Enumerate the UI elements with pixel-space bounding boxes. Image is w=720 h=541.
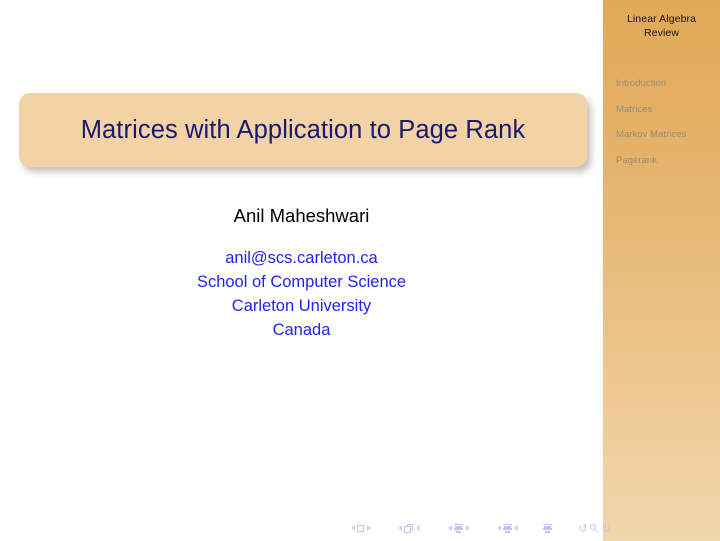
stack-section-icon[interactable] — [503, 523, 512, 533]
stack-subsection-icon[interactable] — [454, 523, 463, 533]
next-slide-arrow-icon[interactable] — [416, 525, 421, 531]
section-navigation-group[interactable] — [494, 523, 521, 533]
sidebar-item-pagerank[interactable]: Pagerank — [616, 155, 720, 166]
sidebar-header-title: Linear Algebra Review — [603, 12, 720, 40]
sidebar-header-line2: Review — [643, 27, 680, 39]
stack-line — [503, 523, 512, 526]
document-navigation-group[interactable] — [543, 523, 552, 533]
search-icon[interactable] — [590, 523, 599, 533]
stack-line — [544, 525, 551, 528]
sidebar-item-markov-matrices[interactable]: Markov Matrices — [616, 129, 720, 140]
stack-line — [544, 530, 551, 533]
stack-line — [503, 528, 512, 531]
sidebar-item-matrices[interactable]: Matrices — [616, 104, 720, 115]
sidebar-section-list: Introduction Matrices Markov Matrices Pa… — [616, 78, 720, 180]
cube-front-face-icon — [404, 526, 411, 533]
presentation-slide: Linear Algebra Review Introduction Matri… — [0, 0, 720, 541]
square-frame-icon[interactable] — [357, 524, 364, 532]
author-email[interactable]: anil@scs.carleton.ca — [0, 246, 603, 270]
author-country: Canada — [272, 321, 331, 339]
slide-navigation-group[interactable] — [395, 523, 423, 533]
document-stack-icon[interactable] — [543, 523, 552, 533]
slide-navigation-bar[interactable]: ↺ ↻ — [348, 520, 611, 536]
contact-block: anil@scs.carleton.ca School of Computer … — [0, 246, 603, 342]
author-name: Anil Maheshwari — [233, 205, 370, 226]
prev-subsection-arrow-icon[interactable] — [447, 525, 452, 531]
back-arrow-icon[interactable]: ↺ — [579, 523, 588, 534]
sidebar: Linear Algebra Review Introduction Matri… — [603, 0, 720, 541]
page-title: Matrices with Application to Page Rank — [80, 115, 526, 144]
prev-frame-arrow-icon[interactable] — [350, 525, 355, 531]
prev-section-arrow-icon[interactable] — [496, 525, 501, 531]
cube-slide-icon[interactable] — [404, 523, 414, 533]
stack-line — [543, 523, 552, 526]
author-institution: Carleton University — [231, 297, 372, 315]
stack-line — [454, 528, 463, 531]
sidebar-item-introduction[interactable]: Introduction — [616, 78, 720, 89]
stack-line — [504, 525, 511, 528]
subsection-navigation-group[interactable] — [445, 523, 472, 533]
next-frame-arrow-icon[interactable] — [366, 525, 371, 531]
author-department: School of Computer Science — [196, 273, 407, 291]
forward-arrow-icon[interactable]: ↻ — [602, 523, 611, 534]
stack-line — [455, 530, 462, 533]
search-handle — [594, 529, 599, 533]
frame-navigation-group[interactable] — [348, 524, 373, 532]
history-navigation-group[interactable]: ↺ ↻ — [577, 523, 612, 534]
next-subsection-arrow-icon[interactable] — [465, 525, 470, 531]
author-block: Anil Maheshwari — [0, 204, 603, 228]
stack-line — [543, 528, 552, 531]
title-banner: Matrices with Application to Page Rank — [19, 93, 587, 167]
stack-line — [455, 525, 462, 528]
next-section-arrow-icon[interactable] — [514, 525, 519, 531]
stack-line — [504, 530, 511, 533]
prev-slide-arrow-icon[interactable] — [397, 525, 402, 531]
sidebar-header-line1: Linear Algebra — [626, 13, 697, 25]
stack-line — [454, 523, 463, 526]
